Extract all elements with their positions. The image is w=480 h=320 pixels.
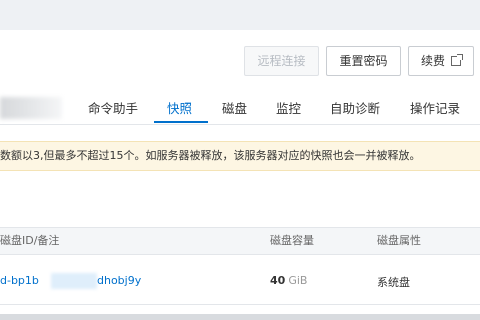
reset-password-label: 重置密码	[339, 54, 388, 68]
remote-connect-label: 远程连接	[257, 54, 306, 68]
capacity-value: 40	[270, 274, 286, 287]
top-strip	[0, 0, 480, 30]
capacity-unit: GiB	[288, 274, 308, 287]
bottom-scroll-bar	[0, 314, 480, 320]
renew-label: 续费	[420, 54, 445, 68]
tab-snapshots[interactable]: 快照	[167, 98, 192, 117]
tab-disks[interactable]: 磁盘	[222, 98, 247, 117]
disk-id-redacted	[51, 273, 97, 289]
remote-connect-button[interactable]: 远程连接	[244, 46, 319, 76]
external-link-icon	[451, 54, 463, 66]
tab-self-diagnosis[interactable]: 自助诊断	[330, 98, 380, 117]
active-tab-indicator	[154, 121, 208, 123]
table-row: d-bp1b dhobj9y 40 GiB 系统盘	[0, 255, 480, 305]
renew-button[interactable]: 续费	[408, 46, 474, 76]
disk-id-suffix[interactable]: dhobj9y	[97, 274, 141, 287]
tab-monitoring[interactable]: 监控	[276, 98, 301, 117]
reset-password-button[interactable]: 重置密码	[326, 46, 401, 76]
tab-bar: 命令助手 快照 磁盘 监控 自助诊断 操作记录	[0, 96, 480, 124]
table-header: 磁盘ID/备注 磁盘容量 磁盘属性	[0, 227, 480, 255]
disk-id-prefix[interactable]: d-bp1b	[0, 274, 39, 287]
column-capacity: 磁盘容量	[270, 234, 314, 247]
notice-text: 数额以3,但最多不超过15个。如服务器被释放，该服务器对应的快照也会一并被释放。	[0, 149, 421, 162]
snapshot-notice: 数额以3,但最多不超过15个。如服务器被释放，该服务器对应的快照也会一并被释放。	[0, 141, 480, 171]
column-attribute: 磁盘属性	[377, 234, 421, 247]
tab-divider	[0, 124, 480, 125]
tab-command-assistant[interactable]: 命令助手	[88, 98, 138, 117]
tab-operation-log[interactable]: 操作记录	[410, 98, 460, 117]
column-disk-id: 磁盘ID/备注	[0, 234, 60, 247]
disk-capacity: 40 GiB	[270, 274, 307, 287]
disk-attribute: 系统盘	[377, 276, 410, 289]
